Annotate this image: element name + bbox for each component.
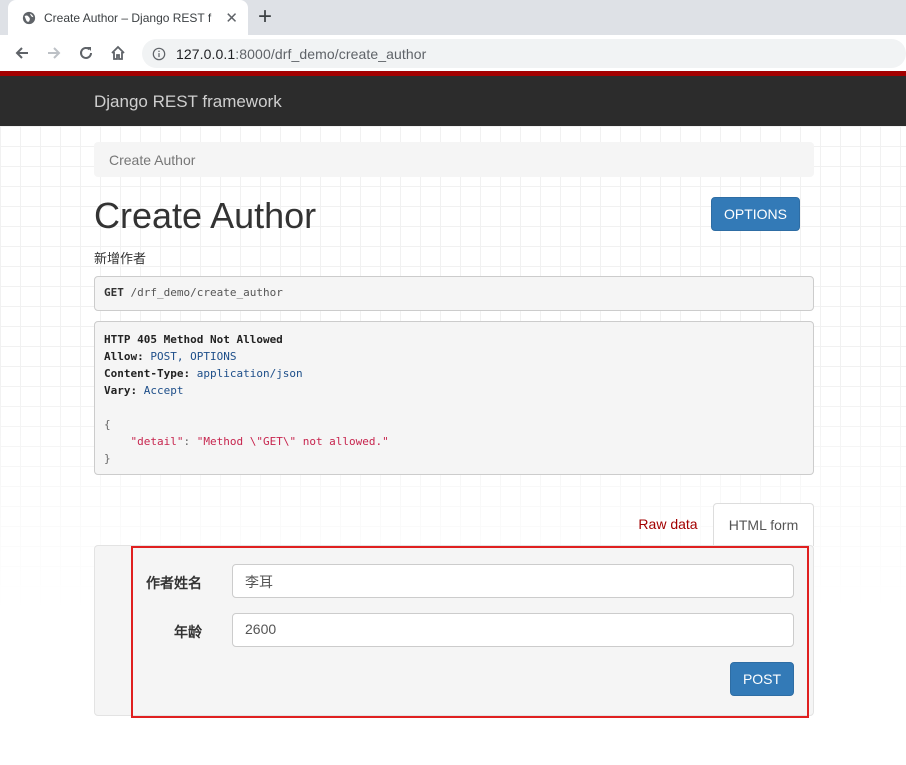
json-key: "detail" [130, 435, 184, 448]
breadcrumb-item[interactable]: Create Author [109, 152, 195, 168]
globe-icon [22, 11, 36, 24]
json-value: "Method \"GET\" not allowed." [196, 435, 389, 448]
header-value: Accept [143, 384, 184, 397]
navbar: Django REST framework [0, 76, 906, 126]
request-method: GET [104, 286, 124, 299]
tab-raw-data[interactable]: Raw data [628, 504, 708, 544]
response-info: HTTP 405 Method Not Allowed Allow: POST,… [94, 321, 814, 475]
back-arrow-icon[interactable] [10, 41, 34, 65]
page-description: 新增作者 [94, 251, 147, 266]
header-name: Vary: [104, 384, 138, 397]
json-colon: : [183, 435, 197, 448]
header-name: Content-Type: [104, 367, 191, 380]
age-label: 年龄 [174, 624, 202, 640]
reload-icon[interactable] [74, 41, 98, 65]
tab-title: Create Author – Django REST f [44, 10, 212, 25]
home-icon[interactable] [106, 41, 130, 65]
options-button[interactable]: OPTIONS [711, 197, 800, 231]
tab-html-form[interactable]: HTML form [713, 503, 814, 546]
header-name: Allow: [104, 350, 144, 363]
browser-tab[interactable]: Create Author – Django REST f ✕ [8, 0, 248, 35]
header-value: POST, OPTIONS [150, 350, 237, 363]
request-info: GET /drf_demo/create_author [94, 276, 814, 311]
name-input[interactable]: 李耳 [232, 564, 794, 598]
url-host: 127.0.0.1 [176, 45, 236, 62]
close-icon[interactable]: ✕ [225, 9, 238, 27]
request-path: /drf_demo/create_author [130, 286, 283, 299]
header-value: application/json [196, 367, 303, 380]
name-label: 作者姓名 [146, 575, 202, 591]
age-input[interactable]: 2600 [232, 613, 794, 647]
response-status: HTTP 405 Method Not Allowed [104, 333, 283, 346]
info-icon[interactable] [152, 47, 166, 61]
plus-icon[interactable]: + [258, 3, 272, 31]
json-close-brace: } [104, 452, 111, 465]
forward-arrow-icon[interactable] [42, 41, 66, 65]
url-path: :8000/drf_demo/create_author [235, 45, 427, 62]
breadcrumb: Create Author [94, 142, 814, 177]
page-title: Create Author [94, 195, 317, 236]
url-text: 127.0.0.1:8000/drf_demo/create_author [176, 46, 426, 62]
json-open-brace: { [104, 418, 111, 431]
browser-toolbar: 127.0.0.1:8000/drf_demo/create_author [0, 35, 906, 71]
post-button[interactable]: POST [730, 662, 794, 696]
navbar-brand[interactable]: Django REST framework [94, 92, 282, 112]
browser-tab-bar: Create Author – Django REST f ✕ + [0, 0, 906, 35]
address-bar[interactable]: 127.0.0.1:8000/drf_demo/create_author [142, 39, 906, 68]
